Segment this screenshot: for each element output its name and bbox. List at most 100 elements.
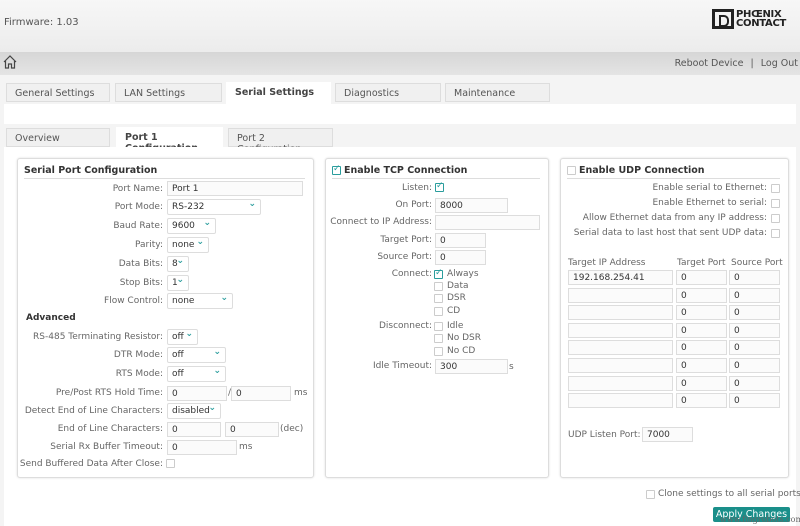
udp-option-checkbox[interactable] <box>771 214 780 223</box>
udp-source-port-input[interactable]: 0 <box>729 340 780 356</box>
stop-bits-select[interactable]: 1 <box>167 275 189 291</box>
reboot-device-link[interactable]: Reboot Device <box>675 58 744 69</box>
send-buffered-checkbox[interactable] <box>166 459 175 468</box>
udp-source-port-input[interactable]: 0 <box>729 322 780 338</box>
udp-target-ip-input[interactable] <box>568 340 673 356</box>
udp-option-checkbox[interactable] <box>771 184 780 193</box>
target-port-label: Target Port: <box>380 235 432 245</box>
rts-post-input[interactable]: 0 <box>231 386 291 401</box>
udp-target-port-input[interactable]: 0 <box>676 375 727 391</box>
on-port-label: On Port: <box>395 200 432 210</box>
udp-option-label: Enable Ethernet to serial: <box>652 198 767 208</box>
connect-checkbox[interactable] <box>434 307 443 316</box>
clone-settings-checkbox[interactable] <box>646 490 655 499</box>
udp-target-ip-input[interactable] <box>568 322 673 338</box>
firmware-version: Firmware: 1.03 <box>4 17 79 28</box>
udp-option-label: Serial data to last host that sent UDP d… <box>573 228 767 238</box>
tab-lan-settings[interactable]: LAN Settings <box>115 83 222 102</box>
udp-target-ip-input[interactable] <box>568 393 673 409</box>
udp-target-port-input[interactable]: 0 <box>676 270 727 285</box>
detect_eol-select[interactable]: disabled <box>167 403 221 419</box>
rx-timeout-unit: ms <box>239 442 253 452</box>
port-name-label: Port Name: <box>112 184 163 194</box>
tab-maintenance[interactable]: Maintenance <box>445 83 550 102</box>
tab-band <box>4 104 796 124</box>
connect-checkbox[interactable] <box>434 282 443 291</box>
rx-timeout-input[interactable]: 0 <box>167 440 237 455</box>
log-out-link[interactable]: Log Out <box>761 58 798 69</box>
rs485-select[interactable]: off <box>167 329 198 345</box>
udp-target-port-input[interactable]: 0 <box>676 322 727 338</box>
udp-option-checkbox[interactable] <box>771 199 780 208</box>
dtr-select[interactable]: off <box>167 347 226 363</box>
port-name-input[interactable]: Port 1 <box>167 181 303 196</box>
advanced-heading: Advanced <box>26 313 76 323</box>
udp-source-port-input[interactable]: 0 <box>729 270 780 285</box>
udp-target-ip-input[interactable] <box>568 375 673 391</box>
udp-target-ip-input[interactable] <box>568 358 673 373</box>
idle-timeout-input[interactable]: 300 <box>435 359 508 374</box>
udp-target-ip-input[interactable] <box>568 287 673 303</box>
udp-target-port-input[interactable]: 0 <box>676 305 727 321</box>
target-port-input[interactable]: 0 <box>435 233 486 248</box>
on-port-input[interactable]: 8000 <box>435 198 508 213</box>
disconnect-option-label: No CD <box>447 346 476 356</box>
port-mode-select[interactable]: RS-232 <box>167 199 261 215</box>
rts-select[interactable]: off <box>167 366 226 382</box>
udp-target-ip-input[interactable]: 192.168.254.41 <box>568 270 673 285</box>
udp-target-ip-input[interactable] <box>568 305 673 321</box>
rx-timeout-label: Serial Rx Buffer Timeout: <box>50 442 163 452</box>
udp-option-label: Enable serial to Ethernet: <box>652 183 767 193</box>
stop-bits-label: Stop Bits: <box>119 278 163 288</box>
data-bits-select[interactable]: 8 <box>167 256 189 272</box>
udp-source-port-input[interactable]: 0 <box>729 393 780 409</box>
detect_eol-label: Detect End of Line Characters: <box>24 406 163 416</box>
panel-title: Enable UDP Connection <box>567 165 780 179</box>
eol-a-input[interactable]: 0 <box>167 422 221 437</box>
udp-listen-port-input[interactable]: 7000 <box>642 427 693 442</box>
connect-checkbox[interactable] <box>434 268 443 279</box>
rts-hold-label: Pre/Post RTS Hold Time: <box>55 388 163 398</box>
tab-general-settings[interactable]: General Settings <box>6 83 110 102</box>
disconnect-checkbox[interactable] <box>434 334 443 343</box>
udp-source-port-input[interactable]: 0 <box>729 305 780 321</box>
tab-diagnostics[interactable]: Diagnostics <box>335 83 441 102</box>
udp-target-port-input[interactable]: 0 <box>676 358 727 373</box>
udp-column-header: Target IP Address <box>568 258 646 268</box>
connect-label: Connect: <box>391 269 432 279</box>
udp-column-header: Target Port <box>677 258 726 268</box>
subtab-port2[interactable]: Port 2 Configuration <box>228 128 333 155</box>
tab-serial-settings[interactable]: Serial Settings <box>226 82 331 104</box>
udp-option-checkbox[interactable] <box>771 229 780 238</box>
separator: | <box>750 58 754 69</box>
udp-target-port-input[interactable]: 0 <box>676 287 727 303</box>
disconnect-checkbox[interactable] <box>434 322 443 331</box>
connect-ip-input[interactable] <box>435 215 540 230</box>
home-icon[interactable] <box>3 55 17 69</box>
clone-settings-label: Clone settings to all serial ports <box>658 489 800 499</box>
listen-checkbox[interactable] <box>435 181 444 192</box>
udp-target-port-input[interactable]: 0 <box>676 393 727 409</box>
flow-control-select[interactable]: none <box>167 293 233 309</box>
connect-checkbox[interactable] <box>434 294 443 303</box>
header <box>0 0 800 52</box>
top-links: Reboot Device | Log Out <box>675 58 798 69</box>
baud-rate-select[interactable]: 9600 <box>167 218 216 234</box>
enable-tcp-checkbox[interactable] <box>332 164 341 175</box>
parity-select[interactable]: none <box>167 237 209 253</box>
phoenix-contact-logo: PHŒNIX CONTACT <box>712 8 798 30</box>
udp-option-label: Allow Ethernet data from any IP address: <box>582 213 767 223</box>
udp-source-port-input[interactable]: 0 <box>729 358 780 373</box>
idle-timeout-label: Idle Timeout: <box>372 361 432 371</box>
eol-b-input[interactable]: 0 <box>225 422 279 437</box>
rts-hold-unit: ms <box>294 388 308 398</box>
udp-target-port-input[interactable]: 0 <box>676 340 727 356</box>
udp-source-port-input[interactable]: 0 <box>729 375 780 391</box>
source-port-input[interactable]: 0 <box>435 250 486 265</box>
subtab-port1[interactable]: Port 1 Configuration <box>116 127 223 154</box>
enable-udp-checkbox[interactable] <box>567 166 576 175</box>
udp-source-port-input[interactable]: 0 <box>729 287 780 303</box>
disconnect-checkbox[interactable] <box>434 347 443 356</box>
subtab-overview[interactable]: Overview <box>6 128 110 147</box>
rts-pre-input[interactable]: 0 <box>167 386 227 401</box>
